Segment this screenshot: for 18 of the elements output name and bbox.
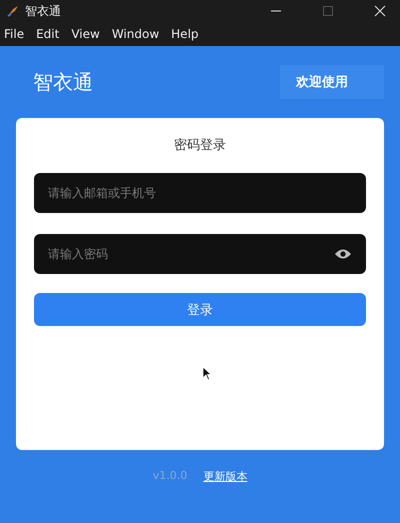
version-label: v1.0.0	[152, 469, 188, 484]
welcome-banner: 欢迎使用	[280, 65, 384, 99]
menu-item[interactable]: Edit	[36, 27, 60, 41]
eye-icon[interactable]	[334, 248, 352, 260]
login-title: 密码登录	[173, 137, 227, 155]
login-button[interactable]: 登录	[34, 293, 366, 326]
account-field[interactable]: 请输入邮箱或手机号	[34, 173, 366, 213]
menu-item[interactable]: Help	[171, 27, 199, 41]
menu-item[interactable]: Window	[112, 27, 160, 41]
close-icon[interactable]	[374, 5, 386, 17]
window-title: 智衣通	[25, 2, 61, 20]
password-field[interactable]: 请输入密码	[34, 234, 366, 274]
app-icon	[6, 4, 20, 18]
cursor-icon	[202, 366, 212, 381]
menu-item[interactable]: File	[4, 27, 24, 41]
app-logo: 智衣通	[32, 68, 93, 96]
update-link[interactable]: 更新版本	[203, 469, 248, 484]
menu-item[interactable]: View	[71, 27, 100, 41]
